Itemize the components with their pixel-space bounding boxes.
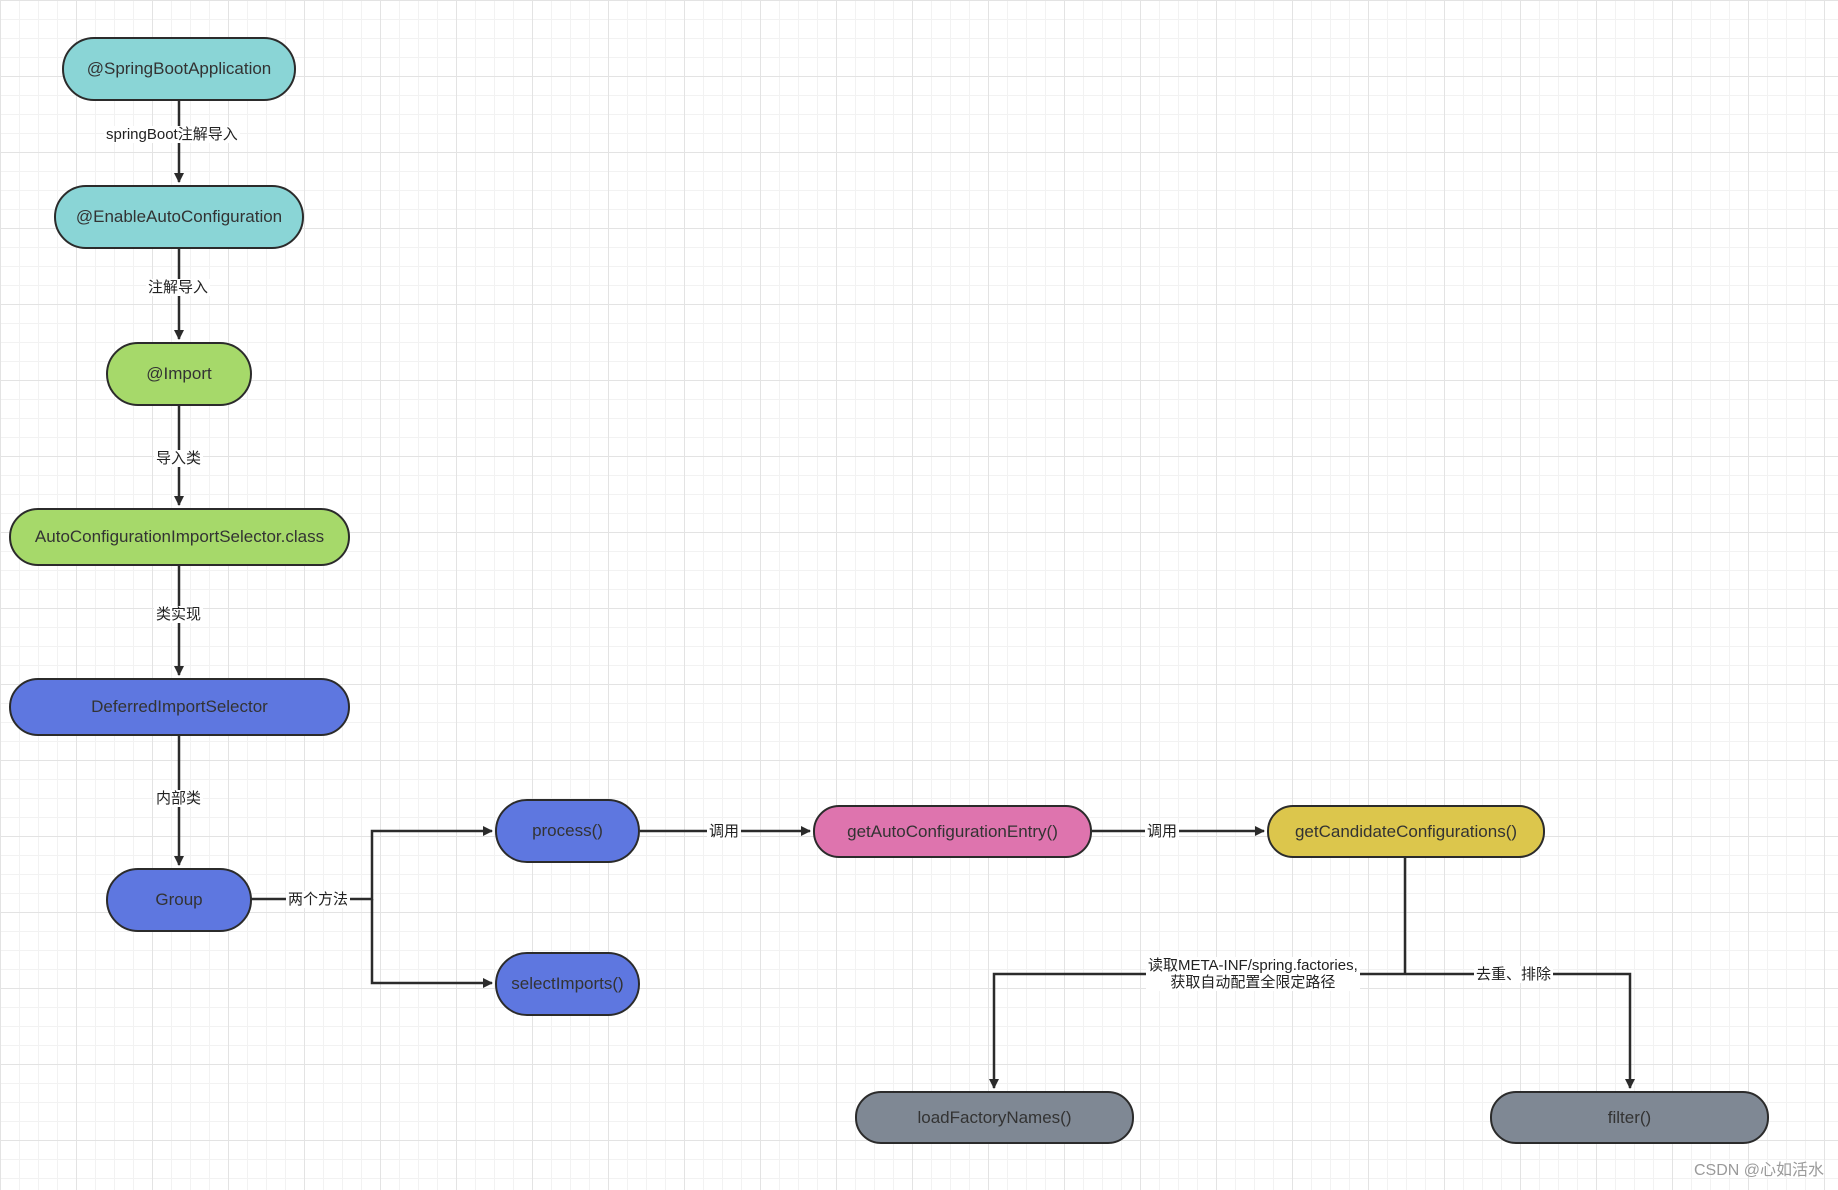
edge-label-class-implements: 类实现 [154,606,204,623]
edge-label-read-spring-factories: 读取META-INF/spring.factories, 获取自动配置全限定路径 [1146,957,1360,991]
edge-getcandidates-to-filter [1405,972,1635,1089]
edge-label-dedupe-exclude: 去重、排除 [1474,966,1554,983]
node-label: AutoConfigurationImportSelector.class [34,527,325,546]
node-autoconfigurationimportselector[interactable]: AutoConfigurationImportSelector.class [9,508,350,566]
node-label: @Import [146,364,212,383]
node-label: getAutoConfigurationEntry() [847,821,1058,841]
node-label: DeferredImportSelector [91,697,268,716]
node-label: Group [155,890,203,909]
node-label: @SpringBootApplication [86,59,272,78]
node-getautoconfigurationentry[interactable]: getAutoConfigurationEntry() [813,805,1092,858]
node-import[interactable]: @Import [106,342,252,406]
node-loadfactorynames[interactable]: loadFactoryNames() [855,1091,1134,1144]
node-label: loadFactoryNames() [917,1107,1072,1127]
node-springbootapplication[interactable]: @SpringBootApplication [62,37,296,101]
edge-label-two-methods: 两个方法 [286,891,351,908]
edge-label-call-getautoentry: 调用 [1145,823,1180,840]
edge-label-springboot-annotation-import: springBoot注解导入 [104,126,240,143]
edge-label-call-process: 调用 [707,823,742,840]
edge-label-annotation-import: 注解导入 [146,279,211,296]
csdn-watermark: CSDN @心如活水 [1693,1162,1824,1179]
edge-group-to-selectimports [370,899,493,988]
edges-layer [174,99,1635,1089]
edge-label-import-class: 导入类 [154,450,204,467]
edge-label-inner-class: 内部类 [154,790,204,807]
node-label: @EnableAutoConfiguration [75,207,283,226]
node-label: filter() [1607,1107,1652,1127]
node-process[interactable]: process() [495,799,640,863]
node-filter[interactable]: filter() [1490,1091,1769,1144]
diagram-canvas: @SpringBootApplication @EnableAutoConfig… [0,0,1838,1190]
node-label: getCandidateConfigurations() [1294,821,1518,841]
node-group[interactable]: Group [106,868,252,932]
node-deferredimportselector[interactable]: DeferredImportSelector [9,678,350,736]
node-label: selectImports() [511,974,624,993]
node-selectimports[interactable]: selectImports() [495,952,640,1016]
node-label: process() [532,821,603,840]
edge-getcandidates-to-loadfactory [989,972,1405,1089]
node-enableautoconfiguration[interactable]: @EnableAutoConfiguration [54,185,304,249]
edge-group-to-process [251,826,493,901]
node-getcandidateconfigurations[interactable]: getCandidateConfigurations() [1267,805,1545,858]
